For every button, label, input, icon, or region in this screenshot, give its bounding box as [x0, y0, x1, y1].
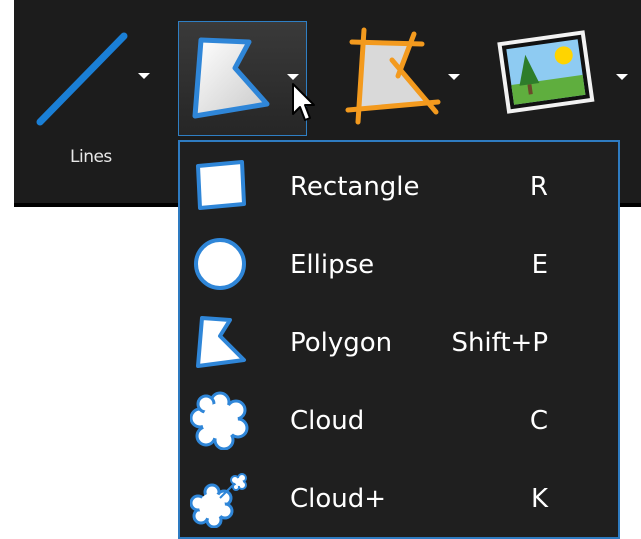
shape-dropdown-menu: Rectangle R Ellipse E Polygon Shift+P Cl…	[178, 140, 620, 539]
menu-item-shortcut: C	[529, 406, 548, 436]
chevron-down-icon[interactable]	[448, 74, 460, 80]
chevron-down-icon[interactable]	[138, 73, 150, 79]
image-tool-button[interactable]	[488, 20, 638, 135]
lines-tool-button[interactable]: Lines	[24, 20, 164, 180]
chevron-down-icon[interactable]	[616, 74, 628, 80]
rectangle-icon	[196, 160, 246, 210]
polygon-tool-button[interactable]	[178, 21, 315, 136]
menu-item-label: Cloud+	[290, 484, 387, 514]
image-icon	[497, 30, 595, 114]
lines-label: Lines	[70, 147, 112, 167]
menu-item-shortcut: Shift+P	[451, 328, 548, 358]
polygon-icon	[192, 37, 270, 119]
line-icon	[36, 32, 128, 126]
menu-item-shortcut: E	[531, 250, 548, 280]
menu-item-ellipse[interactable]: Ellipse E	[180, 226, 618, 302]
menu-item-label: Cloud	[290, 406, 365, 436]
menu-item-polygon[interactable]: Polygon Shift+P	[180, 304, 618, 380]
menu-item-label: Rectangle	[290, 172, 420, 202]
chevron-down-icon[interactable]	[287, 74, 299, 80]
cloud-plus-icon	[190, 473, 247, 528]
menu-item-shortcut: R	[529, 172, 548, 202]
menu-item-label: Polygon	[290, 328, 393, 358]
ellipse-icon	[194, 238, 246, 290]
crop-polygon-icon	[345, 27, 441, 125]
menu-item-shortcut: K	[530, 484, 548, 514]
polygon-icon	[196, 316, 246, 368]
cloud-icon	[190, 391, 249, 450]
app-window: Lines Rectangle R Ellipse E Polygon Shif…	[0, 0, 641, 539]
mouse-cursor-icon	[292, 83, 315, 121]
menu-item-label: Ellipse	[290, 250, 375, 280]
crop-polygon-tool-button[interactable]	[332, 20, 472, 135]
menu-item-cloud-plus[interactable]: Cloud+ K	[180, 460, 618, 536]
menu-item-rectangle[interactable]: Rectangle R	[180, 148, 618, 224]
menu-item-cloud[interactable]: Cloud C	[180, 382, 618, 458]
